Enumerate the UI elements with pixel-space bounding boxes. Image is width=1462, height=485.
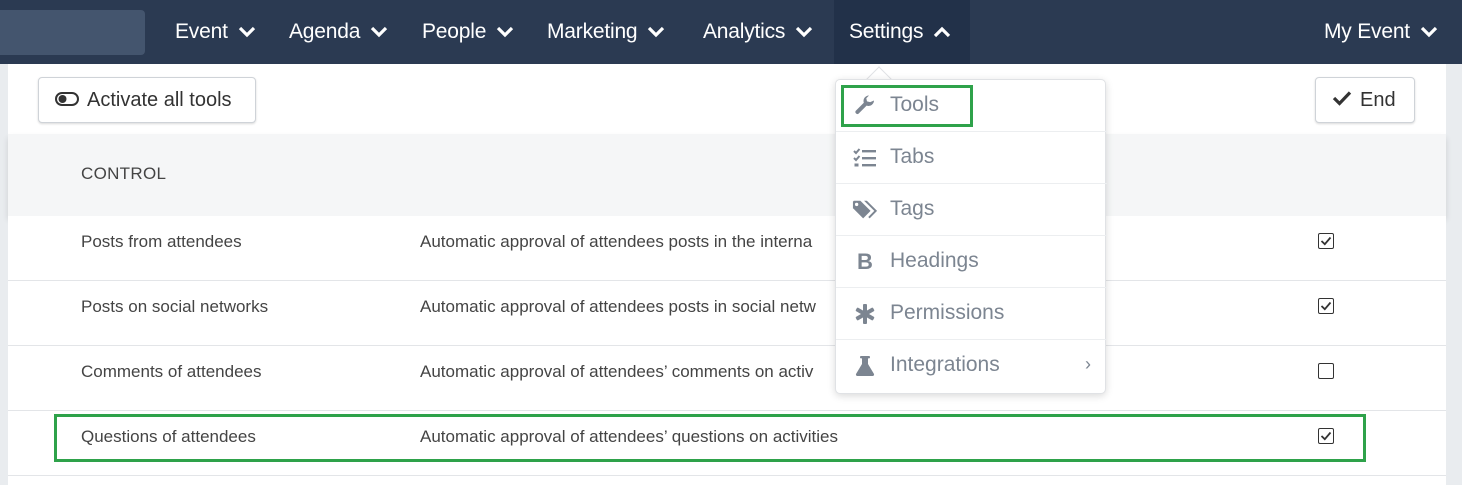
menu-item-label: Tabs (890, 145, 935, 168)
event-logo[interactable] (0, 10, 145, 55)
nav-event[interactable]: Event (160, 0, 271, 64)
top-navbar: Event Agenda People Marketing Analytics … (0, 0, 1462, 64)
chevron-down-icon (1420, 26, 1438, 38)
chevron-down-icon (370, 26, 388, 38)
nav-analytics[interactable]: Analytics (688, 0, 828, 64)
approval-checkbox[interactable] (1318, 428, 1334, 444)
control-description: Automatic approval of attendees’ questio… (420, 427, 839, 446)
chevron-down-icon (496, 26, 514, 38)
toolbar: Activate all tools End (8, 64, 1446, 134)
end-button[interactable]: End (1315, 77, 1415, 123)
asterisk-icon (852, 302, 878, 326)
approval-checkbox[interactable] (1318, 298, 1334, 314)
nav-people[interactable]: People (407, 0, 529, 64)
menu-item-label: Tools (890, 93, 940, 116)
menu-item-label: Integrations (890, 353, 1000, 376)
nav-settings-label: Settings (849, 20, 924, 43)
control-column-header: CONTROL (81, 164, 167, 183)
control-description: Automatic approval of attendees posts in… (420, 297, 816, 316)
table-row: Posts from attendees Automatic approval … (8, 216, 1446, 281)
table-row: Comments of attendees Automatic approval… (8, 346, 1446, 411)
nav-analytics-label: Analytics (703, 20, 786, 43)
event-selector-label: My Event (1324, 20, 1410, 43)
menu-item-label: Headings (890, 249, 979, 272)
activate-all-tools-button[interactable]: Activate all tools (38, 77, 256, 123)
table-row: Posts on social networks Automatic appro… (8, 281, 1446, 346)
nav-agenda[interactable]: Agenda (274, 0, 403, 64)
check-icon (1332, 89, 1352, 112)
menu-item-permissions[interactable]: Permissions (836, 288, 1107, 340)
flask-icon (852, 354, 878, 378)
menu-item-label: Permissions (890, 301, 1005, 324)
nav-people-label: People (422, 20, 487, 43)
chevron-down-icon (795, 26, 813, 38)
chevron-up-icon (933, 26, 951, 38)
chevron-right-icon: › (1085, 354, 1091, 374)
control-name: Posts from attendees (81, 232, 242, 251)
bold-icon: B (857, 249, 873, 274)
table-header: CONTROL (8, 134, 1446, 216)
control-name: Posts on social networks (81, 297, 269, 316)
settings-dropdown: Tools Tabs Tags B Headings Permissions I… (835, 79, 1107, 394)
menu-item-integrations[interactable]: Integrations › (836, 340, 1107, 392)
control-description: Automatic approval of attendees posts in… (420, 232, 813, 251)
table-row: Questions of attendees Automatic approva… (8, 411, 1446, 476)
control-name: Questions of attendees (81, 427, 256, 446)
checklist-icon (852, 146, 878, 170)
event-selector[interactable]: My Event (1309, 0, 1453, 64)
control-name: Comments of attendees (81, 362, 262, 381)
approval-checkbox[interactable] (1318, 363, 1334, 379)
approval-checkbox[interactable] (1318, 233, 1334, 249)
tools-page: Activate all tools End CONTROL Posts fro… (8, 64, 1446, 485)
wrench-icon (852, 94, 878, 118)
nav-settings[interactable]: Settings (834, 0, 970, 64)
menu-item-label: Tags (890, 197, 935, 220)
menu-item-tabs[interactable]: Tabs (836, 132, 1107, 184)
toggle-icon (55, 89, 79, 112)
control-description: Automatic approval of attendees’ comment… (420, 362, 814, 381)
chevron-down-icon (238, 26, 256, 38)
menu-item-tags[interactable]: Tags (836, 184, 1107, 236)
nav-event-label: Event (175, 20, 228, 43)
activate-all-tools-label: Activate all tools (87, 88, 232, 111)
nav-agenda-label: Agenda (289, 20, 361, 43)
tags-icon (852, 198, 878, 222)
menu-item-tools[interactable]: Tools (836, 80, 1107, 132)
nav-marketing[interactable]: Marketing (532, 0, 680, 64)
end-label: End (1360, 88, 1396, 111)
nav-marketing-label: Marketing (547, 20, 638, 43)
chevron-down-icon (647, 26, 665, 38)
menu-item-headings[interactable]: B Headings (836, 236, 1107, 288)
